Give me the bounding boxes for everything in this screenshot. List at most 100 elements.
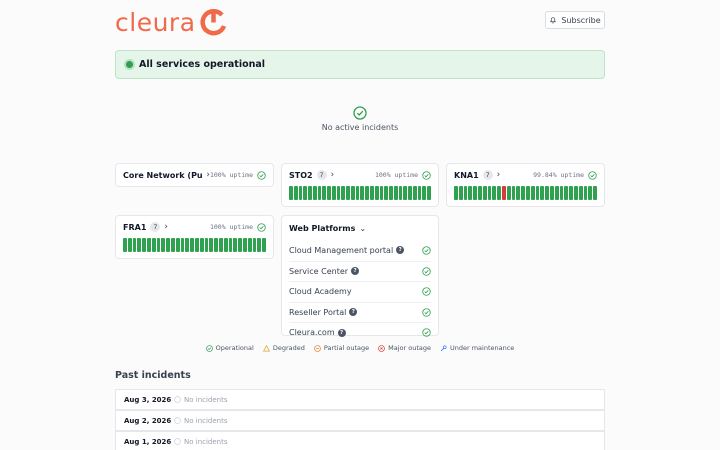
service-title[interactable]: STO2 <box>289 171 313 180</box>
uptime-day-bar[interactable] <box>180 238 185 252</box>
uptime-day-bar[interactable] <box>194 238 199 252</box>
uptime-day-bar[interactable] <box>549 186 554 200</box>
uptime-day-bar[interactable] <box>127 238 132 252</box>
uptime-day-bar[interactable] <box>218 238 223 252</box>
uptime-day-bar[interactable] <box>142 238 146 252</box>
uptime-day-bar[interactable] <box>146 238 151 252</box>
uptime-day-bar[interactable] <box>417 186 422 200</box>
uptime-day-bar[interactable] <box>473 186 477 200</box>
uptime-day-bar[interactable] <box>535 186 540 200</box>
web-platform-item[interactable]: Reseller Portal? <box>289 301 431 323</box>
uptime-day-bar[interactable] <box>525 186 530 200</box>
help-icon[interactable]: ? <box>349 308 358 317</box>
uptime-day-bar[interactable] <box>516 186 521 200</box>
uptime-day-bar[interactable] <box>384 186 389 200</box>
uptime-day-bar[interactable] <box>317 186 322 200</box>
uptime-day-bar[interactable] <box>262 238 266 252</box>
uptime-day-bar[interactable] <box>454 186 458 200</box>
chevron-right-icon[interactable]: › <box>497 170 501 180</box>
uptime-day-bar[interactable] <box>564 186 569 200</box>
chevron-right-icon[interactable]: › <box>164 222 168 232</box>
uptime-day-bar[interactable] <box>161 238 166 252</box>
uptime-day-bar[interactable] <box>308 186 312 200</box>
web-platform-item[interactable]: Cleura.com? <box>289 322 431 343</box>
uptime-day-bar[interactable] <box>257 238 262 252</box>
uptime-day-bar[interactable] <box>477 186 482 200</box>
uptime-day-bar[interactable] <box>170 238 175 252</box>
uptime-day-bar[interactable] <box>247 238 252 252</box>
uptime-day-bar[interactable] <box>554 186 559 200</box>
uptime-day-bar[interactable] <box>303 186 308 200</box>
brand-logo[interactable]: cleura <box>115 8 227 37</box>
uptime-day-bar[interactable] <box>204 238 209 252</box>
uptime-day-bar[interactable] <box>530 186 535 200</box>
uptime-day-bar[interactable] <box>322 186 327 200</box>
uptime-day-bar[interactable] <box>365 186 370 200</box>
uptime-day-bar[interactable] <box>412 186 417 200</box>
uptime-day-bar[interactable] <box>482 186 487 200</box>
service-title[interactable]: Web Platforms <box>289 224 355 233</box>
uptime-day-bar[interactable] <box>492 186 497 200</box>
uptime-day-bar[interactable] <box>578 186 583 200</box>
uptime-day-bar[interactable] <box>501 186 506 200</box>
uptime-day-bar[interactable] <box>156 238 161 252</box>
uptime-day-bar[interactable] <box>331 186 336 200</box>
web-platform-item[interactable]: Cloud Management portal? <box>289 240 431 261</box>
uptime-day-bar[interactable] <box>151 238 156 252</box>
uptime-day-bar[interactable] <box>336 186 341 200</box>
uptime-day-bar[interactable] <box>137 238 142 252</box>
uptime-day-bar[interactable] <box>228 238 233 252</box>
uptime-day-bar[interactable] <box>298 186 303 200</box>
uptime-day-bar[interactable] <box>166 238 170 252</box>
uptime-day-bar[interactable] <box>312 186 317 200</box>
uptime-day-bar[interactable] <box>487 186 492 200</box>
help-icon[interactable]: ? <box>351 267 360 276</box>
uptime-day-bar[interactable] <box>242 238 247 252</box>
service-title[interactable]: KNA1 <box>454 171 479 180</box>
uptime-day-bar[interactable] <box>132 238 137 252</box>
subscribe-button[interactable]: Subscribe <box>545 11 605 29</box>
service-title[interactable]: FRA1 <box>123 223 146 232</box>
uptime-day-bar[interactable] <box>559 186 564 200</box>
uptime-day-bar[interactable] <box>355 186 360 200</box>
uptime-day-bar[interactable] <box>569 186 573 200</box>
uptime-day-bar[interactable] <box>408 186 412 200</box>
uptime-day-bar[interactable] <box>223 238 228 252</box>
uptime-day-bar[interactable] <box>370 186 374 200</box>
uptime-day-bar[interactable] <box>341 186 346 200</box>
web-platform-item[interactable]: Cloud Academy <box>289 281 431 302</box>
web-platform-item[interactable]: Service Center? <box>289 260 431 282</box>
uptime-day-bar[interactable] <box>350 186 355 200</box>
uptime-day-bar[interactable] <box>293 186 298 200</box>
uptime-day-bar[interactable] <box>209 238 214 252</box>
uptime-day-bar[interactable] <box>327 186 331 200</box>
uptime-day-bar[interactable] <box>374 186 379 200</box>
uptime-day-bar[interactable] <box>360 186 365 200</box>
uptime-day-bar[interactable] <box>199 238 204 252</box>
uptime-day-bar[interactable] <box>511 186 516 200</box>
chevron-down-icon[interactable]: ⌄ <box>359 224 366 233</box>
uptime-day-bar[interactable] <box>521 186 525 200</box>
uptime-day-bar[interactable] <box>238 238 242 252</box>
uptime-day-bar[interactable] <box>190 238 194 252</box>
uptime-day-bar[interactable] <box>458 186 463 200</box>
uptime-day-bar[interactable] <box>422 186 427 200</box>
uptime-day-bar[interactable] <box>573 186 578 200</box>
uptime-day-bar[interactable] <box>289 186 293 200</box>
uptime-day-bar[interactable] <box>393 186 398 200</box>
uptime-day-bar[interactable] <box>463 186 468 200</box>
uptime-day-bar[interactable] <box>389 186 393 200</box>
uptime-day-bar[interactable] <box>123 238 127 252</box>
uptime-day-bar[interactable] <box>545 186 549 200</box>
help-icon[interactable]: ? <box>337 328 346 337</box>
help-icon[interactable]: ? <box>396 246 405 255</box>
chevron-right-icon[interactable]: › <box>331 170 335 180</box>
service-title[interactable]: Core Network (Pu… <box>123 171 202 180</box>
uptime-day-bar[interactable] <box>233 238 238 252</box>
uptime-day-bar[interactable] <box>540 186 545 200</box>
uptime-day-bar[interactable] <box>175 238 180 252</box>
uptime-day-bar[interactable] <box>346 186 350 200</box>
uptime-day-bar[interactable] <box>468 186 473 200</box>
uptime-day-bar[interactable] <box>427 186 431 200</box>
uptime-day-bar[interactable] <box>593 186 597 200</box>
